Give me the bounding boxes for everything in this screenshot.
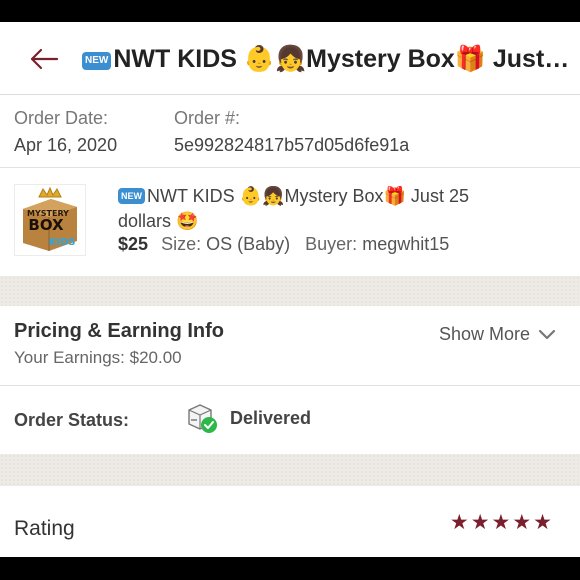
section-spacer (0, 454, 580, 486)
show-more-button[interactable]: Show More (439, 324, 558, 345)
order-meta: Order Date: Apr 16, 2020 Order #: 5e9928… (14, 106, 574, 156)
svg-text:BOX: BOX (28, 216, 64, 234)
item-title-text: NWT KIDS 👶👧Mystery Box🎁 Just 25 dollars … (118, 186, 469, 231)
svg-text:KIDS: KIDS (49, 237, 76, 248)
order-date-label: Order Date: (14, 108, 109, 128)
rating-label: Rating (14, 517, 75, 540)
package-delivered-icon (188, 404, 217, 433)
order-number: Order #: 5e992824817b57d05d6fe91a (174, 106, 409, 157)
item-title[interactable]: NEW NWT KIDS 👶👧Mystery Box🎁 Just 25 dolla… (118, 184, 518, 234)
back-button[interactable] (24, 42, 64, 76)
earnings-text: Your Earnings: $20.00 (14, 348, 182, 367)
buyer-label: Buyer: (305, 234, 358, 254)
order-number-value: 5e992824817b57d05d6fe91a (174, 135, 410, 155)
star-icon: ★ (449, 511, 469, 534)
new-badge: NEW (82, 52, 112, 70)
mystery-box-image: MYSTERY BOX KIDS (15, 185, 85, 255)
header-bar: NEWNWT KIDS 👶👧Mystery Box🎁 Just 25 dolla… (0, 22, 580, 95)
star-icon: ★ (470, 511, 490, 534)
order-details-screen: NEWNWT KIDS 👶👧Mystery Box🎁 Just 25 dolla… (0, 22, 580, 557)
order-status-value: Delivered (186, 402, 311, 434)
pricing-section: Pricing & Earning Info Your Earnings: $2… (0, 306, 580, 384)
order-date: Order Date: Apr 16, 2020 (14, 106, 117, 157)
order-number-label: Order #: (174, 108, 241, 128)
pricing-title: Pricing & Earning Info (14, 320, 225, 342)
size-value: OS (Baby) (206, 234, 291, 254)
rating-stars: ★ ★ ★ ★ ★ (450, 510, 552, 536)
item-thumbnail[interactable]: MYSTERY BOX KIDS (14, 184, 86, 256)
section-spacer (0, 276, 580, 306)
show-more-label: Show More (438, 324, 530, 344)
item-details: $25 Size: OS (Baby) Buyer: megwhit15 (118, 234, 449, 255)
arrow-left-icon (30, 48, 59, 70)
item-price: $25 (118, 234, 149, 254)
page-title: NEWNWT KIDS 👶👧Mystery Box🎁 Just 25 dolla… (82, 41, 572, 77)
order-status-text: Delivered (230, 407, 312, 428)
rating-section: Rating ★ ★ ★ ★ ★ (0, 486, 580, 557)
chevron-down-icon (538, 329, 556, 339)
order-status-section: Order Status: Delivered (0, 386, 580, 452)
size-label: Size: (161, 234, 202, 254)
buyer-value: megwhit15 (362, 234, 450, 254)
new-badge: NEW (118, 188, 145, 204)
star-icon: ★ (533, 511, 552, 534)
order-item[interactable]: MYSTERY BOX KIDS NEW NWT KIDS 👶👧Mystery B… (14, 184, 574, 270)
order-status-label: Order Status: (14, 410, 130, 430)
divider (0, 167, 580, 168)
star-icon: ★ (512, 511, 532, 534)
page-title-text: NWT KIDS 👶👧Mystery Box🎁 Just 25 dollars … (113, 45, 572, 73)
star-icon: ★ (491, 511, 511, 534)
order-date-value: Apr 16, 2020 (14, 135, 118, 155)
